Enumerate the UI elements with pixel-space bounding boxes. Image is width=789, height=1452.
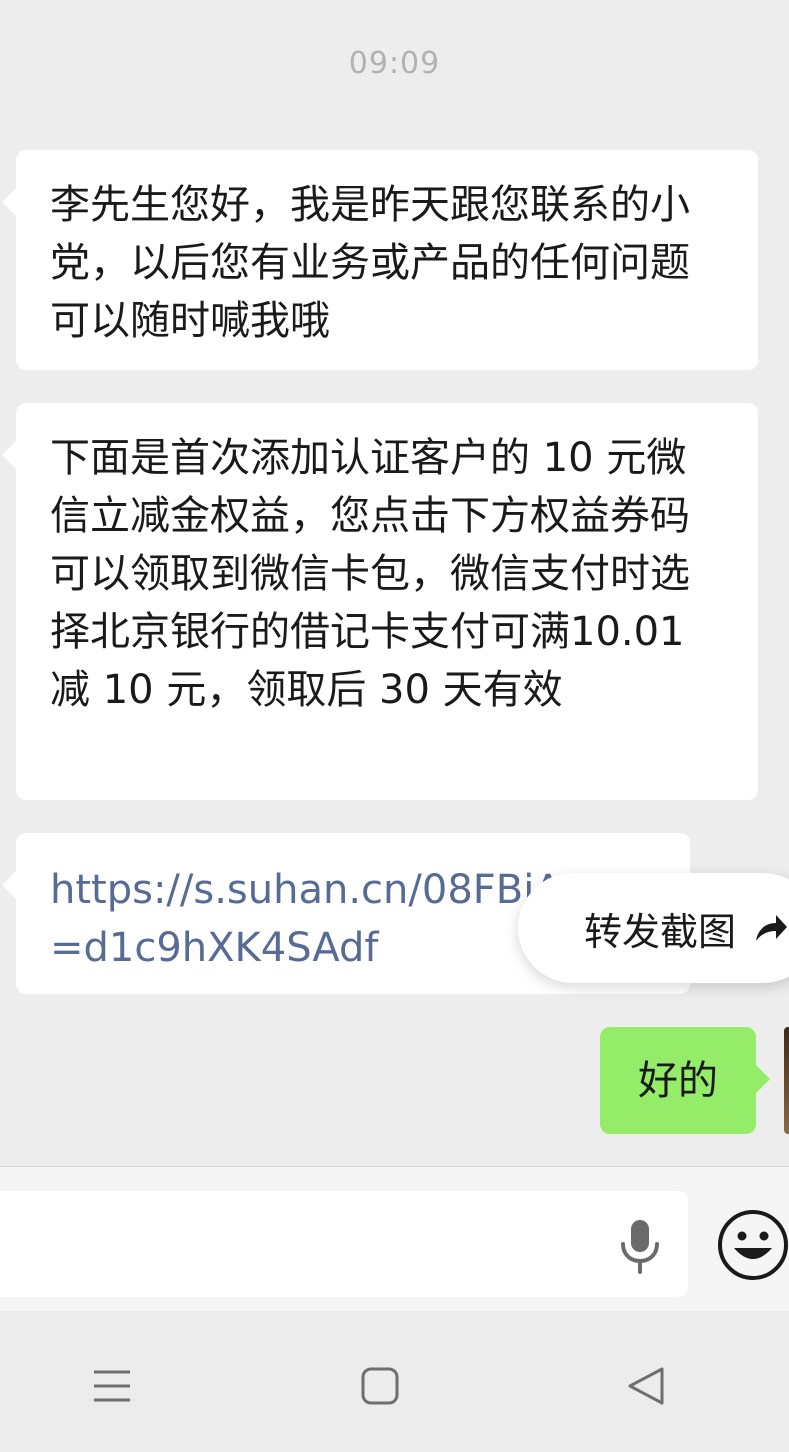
smiley-face-icon[interactable] — [716, 1208, 789, 1282]
message-input[interactable] — [0, 1191, 688, 1297]
incoming-message-greeting[interactable]: 李先生您好，我是昨天跟您联系的小党，以后您有业务或产品的任何问题可以随时喊我哦 — [2, 150, 758, 370]
chat-area[interactable]: 09:09 李先生您好，我是昨天跟您联系的小党，以后您有业务或产品的任何问题可以… — [0, 0, 789, 1166]
share-arrow-icon — [756, 915, 788, 941]
home-square-icon[interactable] — [360, 1366, 400, 1406]
forward-screenshot-label: 转发截图 — [584, 909, 737, 954]
outgoing-message-reply[interactable]: 好的 — [600, 1027, 770, 1134]
outgoing-message-text: 好的 — [638, 1057, 718, 1104]
incoming-message-offer[interactable]: 下面是首次添加认证客户的 10 元微信立减金权益，您点击下方权益券码可以领取到微… — [2, 403, 758, 800]
back-triangle-icon[interactable] — [624, 1366, 668, 1406]
forward-screenshot-button[interactable]: 转发截图 — [518, 873, 789, 983]
menu-icon[interactable] — [92, 1366, 132, 1406]
avatar[interactable] — [784, 1027, 789, 1134]
message-timestamp: 09:09 — [348, 46, 441, 81]
input-bar — [0, 1167, 789, 1311]
microphone-icon[interactable] — [616, 1218, 664, 1274]
